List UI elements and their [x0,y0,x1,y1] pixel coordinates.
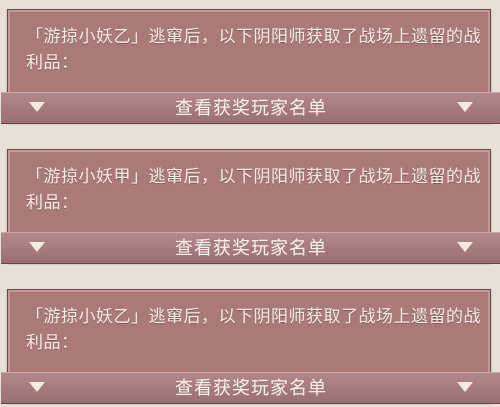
view-winners-label: 查看获奖玩家名单 [175,98,327,119]
view-winners-label: 查看获奖玩家名单 [175,378,327,399]
view-winners-button[interactable]: 查看获奖玩家名单 [1,232,500,264]
view-winners-button[interactable]: 查看获奖玩家名单 [1,372,500,404]
chevron-down-icon [457,102,473,112]
view-winners-label: 查看获奖玩家名单 [175,238,327,259]
loot-card: 「游掠小妖乙」逃窜后，以下阴阳师获取了战场上遗留的战利品： 查看获奖玩家名单 [1,289,500,404]
loot-message: 「游掠小妖乙」逃窜后，以下阴阳师获取了战场上遗留的战利品： [26,307,481,353]
loot-card: 「游掠小妖甲」逃窜后，以下阴阳师获取了战场上遗留的战利品： 查看获奖玩家名单 [1,149,500,264]
loot-panel: 「游掠小妖乙」逃窜后，以下阴阳师获取了战场上遗留的战利品： 查看获奖玩家名单 [1,289,500,404]
loot-panel: 「游掠小妖乙」逃窜后，以下阴阳师获取了战场上遗留的战利品： 查看获奖玩家名单 [1,9,500,124]
loot-message: 「游掠小妖甲」逃窜后，以下阴阳师获取了战场上遗留的战利品： [26,167,481,213]
chevron-down-icon [457,242,473,252]
view-winners-button[interactable]: 查看获奖玩家名单 [1,92,500,124]
chevron-down-icon [457,382,473,392]
loot-panel: 「游掠小妖甲」逃窜后，以下阴阳师获取了战场上遗留的战利品： 查看获奖玩家名单 [1,149,500,264]
loot-message: 「游掠小妖乙」逃窜后，以下阴阳师获取了战场上遗留的战利品： [26,27,481,73]
loot-card: 「游掠小妖乙」逃窜后，以下阴阳师获取了战场上遗留的战利品： 查看获奖玩家名单 [1,9,500,124]
